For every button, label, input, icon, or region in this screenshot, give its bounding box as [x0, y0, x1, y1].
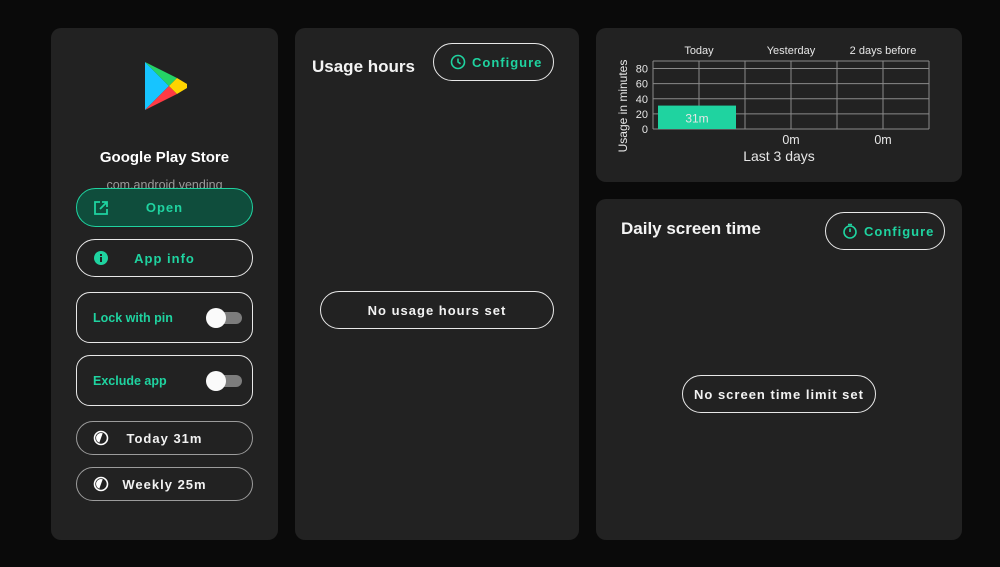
open-button[interactable]: Open — [76, 188, 253, 227]
usage-clock-icon — [93, 430, 109, 446]
weekly-usage-chip[interactable]: Weekly 25m — [76, 467, 253, 501]
app-info-button[interactable]: App info — [76, 239, 253, 277]
no-screen-time-limit-message: No screen time limit set — [682, 375, 876, 413]
weekly-usage-label: Weekly 25m — [122, 476, 207, 492]
x-axis-title: Last 3 days — [743, 148, 815, 164]
usage-chart-card: 0 20 40 60 80 Today Yesterday 2 days before 31m 0… — [596, 28, 962, 182]
app-details-card: Google Play Store com.android.vending Op… — [51, 28, 278, 540]
bar-data-label: 31m — [685, 111, 708, 125]
x-category-label: Today — [684, 45, 714, 57]
usage-chart: 0 20 40 60 80 Today Yesterday 2 days before 31m 0… — [616, 45, 930, 164]
info-icon — [94, 251, 108, 265]
y-axis-title: Usage in minutes — [616, 60, 630, 153]
x-category-label: 2 days before — [850, 45, 917, 57]
exclude-app-toggle[interactable] — [206, 370, 242, 391]
screen-time-configure-button[interactable]: Configure — [825, 212, 945, 250]
today-usage-chip[interactable]: Today 31m — [76, 421, 253, 455]
no-usage-hours-message: No usage hours set — [320, 291, 554, 329]
usage-hours-configure-label: Configure — [472, 54, 543, 70]
exclude-app-label: Exclude app — [93, 373, 167, 388]
usage-clock-icon — [93, 476, 109, 492]
exclude-app-row[interactable]: Exclude app — [76, 355, 253, 406]
usage-hours-configure-button[interactable]: Configure — [433, 43, 554, 81]
daily-screen-time-title: Daily screen time — [621, 219, 761, 238]
app-info-button-label: App info — [134, 250, 195, 266]
x-category-label: Yesterday — [767, 45, 816, 57]
open-external-icon — [94, 200, 108, 215]
play-store-logo-icon — [145, 62, 187, 110]
bar-data-label: 0m — [782, 133, 799, 147]
open-button-label: Open — [145, 200, 184, 215]
screen-time-configure-label: Configure — [864, 223, 935, 239]
usage-hours-title: Usage hours — [312, 57, 415, 76]
y-tick-label: 80 — [636, 64, 648, 76]
app-name: Google Play Store — [99, 149, 230, 166]
daily-screen-time-card: Daily screen time Configure No screen ti… — [596, 199, 962, 540]
bar-data-label: 0m — [874, 133, 891, 147]
clock-icon — [450, 54, 466, 70]
y-tick-label: 60 — [636, 79, 648, 91]
lock-with-pin-toggle[interactable] — [206, 307, 242, 328]
toggle-thumb — [206, 370, 226, 391]
usage-hours-card: Usage hours Configure No usage hours set — [295, 28, 579, 540]
timer-icon — [843, 223, 857, 239]
lock-with-pin-row[interactable]: Lock with pin — [76, 292, 253, 343]
y-tick-label: 0 — [642, 124, 648, 136]
today-usage-label: Today 31m — [126, 430, 203, 446]
lock-with-pin-label: Lock with pin — [93, 310, 173, 325]
y-tick-label: 20 — [636, 109, 648, 121]
toggle-thumb — [206, 307, 226, 328]
y-tick-label: 40 — [636, 94, 648, 106]
